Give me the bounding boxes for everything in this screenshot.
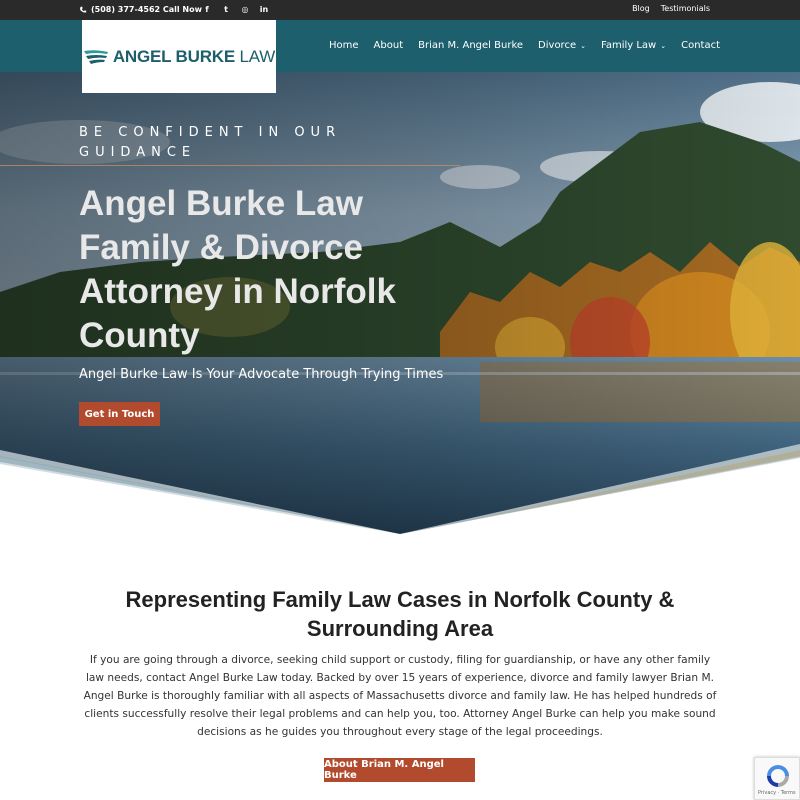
testimonials-link[interactable]: Testimonials <box>661 4 710 13</box>
chevron-down-icon: ⌄ <box>660 41 667 50</box>
instagram-icon[interactable]: ◎ <box>240 4 250 14</box>
nav-family-law[interactable]: Family Law ⌄ <box>601 40 666 51</box>
hero-bottom-divider <box>0 444 800 534</box>
logo[interactable]: ANGEL BURKE LAW <box>82 20 276 93</box>
nav-about[interactable]: About <box>374 40 404 51</box>
section-paragraph: If you are going through a divorce, seek… <box>83 654 717 738</box>
phone-icon <box>80 6 87 13</box>
twitter-icon[interactable]: t <box>221 4 231 14</box>
logo-text: ANGEL BURKE LAW <box>112 46 276 66</box>
nav-brian-angel-burke[interactable]: Brian M. Angel Burke <box>418 40 523 51</box>
top-bar: (508) 377-4562 Call Now f t ◎ in Blog Te… <box>0 0 800 20</box>
phone-link[interactable]: (508) 377-4562 Call Now <box>79 5 202 14</box>
about-brian-button[interactable]: About Brian M. Angel Burke <box>324 758 475 782</box>
hero-section: BE CONFIDENT IN OUR GUIDANCE Angel Burke… <box>0 72 800 534</box>
blog-link[interactable]: Blog <box>632 4 650 13</box>
phone-number: (508) 377-4562 Call Now <box>91 5 202 14</box>
chevron-down-icon: ⌄ <box>580 41 586 50</box>
linkedin-icon[interactable]: in <box>259 4 269 14</box>
facebook-icon[interactable]: f <box>202 4 212 14</box>
main-nav: Home About Brian M. Angel Burke Divorce ⌄… <box>329 40 720 51</box>
top-links: Blog Testimonials <box>632 4 710 13</box>
recaptcha-icon <box>767 765 789 787</box>
wing-logo-icon <box>83 49 108 64</box>
nav-contact[interactable]: Contact <box>681 40 720 51</box>
nav-divorce[interactable]: Divorce ⌄ <box>538 40 586 51</box>
social-links: f t ◎ in <box>202 4 269 14</box>
recaptcha-badge[interactable]: Privacy · Terms <box>754 757 800 800</box>
recaptcha-terms[interactable]: Privacy · Terms <box>758 790 796 796</box>
nav-home[interactable]: Home <box>329 40 359 51</box>
section-heading: Representing Family Law Cases in Norfolk… <box>125 587 675 641</box>
